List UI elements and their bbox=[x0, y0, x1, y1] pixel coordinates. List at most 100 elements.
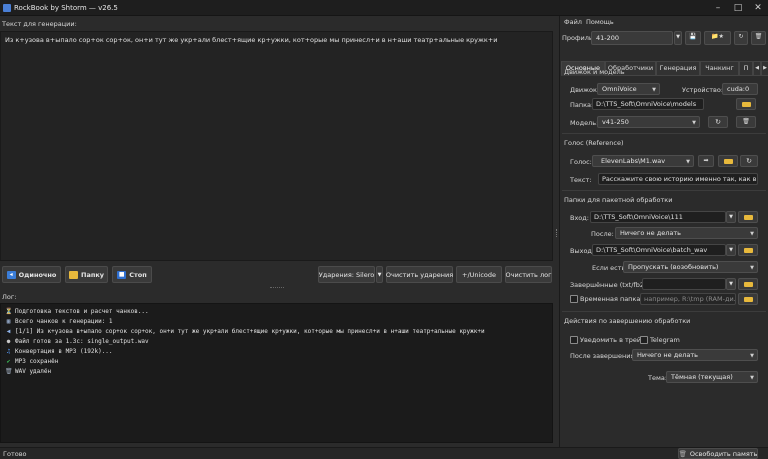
device-label: Устройство: bbox=[682, 86, 724, 94]
after-label: После: bbox=[591, 230, 614, 238]
log-line: ▦ Всего чанков к генерации: 1 bbox=[6, 318, 113, 325]
splitter-grip bbox=[556, 229, 558, 237]
refresh-voices-icon[interactable]: ↻ bbox=[740, 155, 758, 167]
speaker-icon: ◀ bbox=[6, 328, 11, 335]
after-combo[interactable]: Ничего не делать ▼ bbox=[615, 227, 758, 239]
stress-combo-arrow[interactable]: ▼ bbox=[376, 266, 383, 283]
editor-label: Текст для генерации: bbox=[2, 20, 77, 28]
if-exists-combo[interactable]: Пропускать (возобновить) ▼ bbox=[623, 261, 758, 273]
stop-button[interactable]: ■ Стоп bbox=[112, 266, 152, 283]
delete-model-icon[interactable]: 🗑 bbox=[736, 116, 756, 128]
ref-text-label: Текст: bbox=[570, 176, 592, 184]
log-line: ✔ MP3 сохранён bbox=[6, 358, 59, 365]
trash-icon: 🗑 bbox=[5, 368, 13, 375]
profile-combo-arrow[interactable]: ▼ bbox=[674, 31, 682, 45]
theme-combo[interactable]: Тёмная (текущая) ▼ bbox=[666, 371, 758, 383]
clear-log-button[interactable]: Очистить лог bbox=[505, 266, 552, 283]
tab-scroll-right[interactable]: ▶ bbox=[761, 61, 768, 76]
close-button[interactable]: ✕ bbox=[751, 2, 765, 14]
engine-label: Движок: bbox=[570, 86, 600, 94]
editor-text: Из к+узова в+ыпало сор+ок сор+ок, он+и т… bbox=[5, 36, 498, 44]
output-history-arrow[interactable]: ▼ bbox=[726, 244, 736, 256]
input-history-arrow[interactable]: ▼ bbox=[726, 211, 736, 223]
notify-tray-checkbox[interactable] bbox=[570, 336, 578, 344]
single-button[interactable]: ◂ Одиночно bbox=[2, 266, 61, 283]
done-history-arrow[interactable]: ▼ bbox=[726, 278, 736, 290]
notify-tray-label: Уведомить в трей bbox=[580, 336, 642, 344]
unicode-button[interactable]: +/Unicode bbox=[456, 266, 502, 283]
engine-combo[interactable]: OmniVoice ▼ bbox=[597, 83, 660, 95]
theme-label: Тема: bbox=[648, 374, 668, 382]
browse-done-icon[interactable] bbox=[738, 278, 758, 290]
model-label: Модель: bbox=[570, 119, 599, 127]
stress-combo[interactable]: Ударения: Silero bbox=[318, 266, 375, 283]
status-bar: Готово 🗑 Освободить память bbox=[0, 447, 768, 459]
divider bbox=[562, 133, 766, 134]
split-handle[interactable] bbox=[270, 287, 284, 289]
refresh-icon[interactable]: ↻ bbox=[734, 31, 748, 45]
model-combo[interactable]: v41-250 ▼ bbox=[597, 116, 700, 128]
voice-combo[interactable]: ElevenLabs\M1.wav ▼ bbox=[592, 155, 694, 167]
folder-label: Папка: bbox=[570, 101, 594, 109]
input-folder-field[interactable]: D:\TTS_Soft\OmniVoice\111 bbox=[590, 211, 726, 223]
window-title: RockBook by Shtorm — v26.5 bbox=[14, 4, 118, 12]
refresh-models-icon[interactable]: ↻ bbox=[708, 116, 728, 128]
folder-button[interactable]: Папку bbox=[65, 266, 108, 283]
title-bar: RockBook by Shtorm — v26.5 – □ ✕ bbox=[0, 0, 768, 16]
tab-more[interactable]: П bbox=[739, 61, 753, 76]
device-combo[interactable]: cuda:0 bbox=[722, 83, 758, 95]
save-profile-button[interactable]: 💾 bbox=[685, 31, 701, 45]
tab-generation[interactable]: Генерация bbox=[656, 61, 700, 76]
calendar-icon: ▦ bbox=[6, 318, 11, 325]
check-icon: ✔ bbox=[6, 358, 11, 365]
divider bbox=[562, 311, 766, 312]
temp-folder-checkbox[interactable] bbox=[570, 295, 578, 303]
tab-chunking[interactable]: Чанкинг bbox=[700, 61, 739, 76]
browse-input-icon[interactable] bbox=[738, 211, 758, 223]
play-icon: ◂ bbox=[6, 270, 16, 279]
trash-icon: 🗑 bbox=[678, 449, 687, 458]
temp-folder-field[interactable]: например, R:\tmp (RAM-ди... bbox=[640, 293, 736, 305]
batch-section-title: Папки для пакетной обработки bbox=[564, 196, 673, 204]
browse-output-icon[interactable] bbox=[738, 244, 758, 256]
log-line: ● Файл готов за 1.3с: single_output.wav bbox=[6, 338, 149, 345]
output-label: Выход: bbox=[570, 247, 595, 255]
after-finish-label: После завершения: bbox=[570, 352, 637, 360]
engine-section-title: Движок и модель bbox=[564, 68, 625, 76]
log-box[interactable]: ⏳ Подготовка текстов и расчет чанков... ▦… bbox=[0, 303, 553, 443]
browse-folder-icon[interactable] bbox=[736, 98, 756, 110]
profile-label: Профиль: bbox=[562, 34, 595, 42]
app-icon bbox=[3, 4, 11, 12]
maximize-button[interactable]: □ bbox=[731, 2, 745, 14]
settings-panel: Файл Помощь Профиль: 41-200 ▼ 💾 📁★ ↻ 🗑 О… bbox=[559, 16, 768, 447]
play-voice-icon[interactable]: ➡ bbox=[698, 155, 714, 167]
free-memory-button[interactable]: 🗑 Освободить память bbox=[678, 448, 758, 459]
voice-section-title: Голос (Reference) bbox=[564, 139, 624, 147]
log-line: 🗑 WAV удалён bbox=[5, 368, 52, 375]
delete-profile-button[interactable]: 🗑 bbox=[751, 31, 766, 45]
done-folder-field[interactable] bbox=[642, 278, 726, 290]
music-icon: ♫ bbox=[6, 348, 11, 355]
menu-file[interactable]: Файл bbox=[564, 18, 582, 26]
log-line: ♫ Конвертация в MP3 (192k)... bbox=[6, 348, 113, 355]
text-editor[interactable]: Из к+узова в+ыпало сор+ок сор+ок, он+и т… bbox=[0, 31, 553, 261]
ref-text-field[interactable]: Расскажите свою историю именно так, как … bbox=[598, 173, 758, 185]
favorite-profile-button[interactable]: 📁★ bbox=[704, 31, 731, 45]
menu-help[interactable]: Помощь bbox=[586, 18, 614, 26]
finish-section-title: Действия по завершению обработки bbox=[564, 317, 691, 325]
clear-stress-button[interactable]: Очистить ударения bbox=[386, 266, 453, 283]
output-folder-field[interactable]: D:\TTS_Soft\OmniVoice\batch_wav bbox=[592, 244, 726, 256]
profile-combo[interactable]: 41-200 bbox=[591, 31, 673, 45]
hourglass-icon: ⏳ bbox=[5, 308, 13, 315]
voice-label: Голос: bbox=[570, 158, 592, 166]
divider bbox=[562, 190, 766, 191]
browse-temp-icon[interactable] bbox=[738, 293, 758, 305]
models-folder-field[interactable]: D:\TTS_Soft\OmniVoice\models bbox=[592, 98, 704, 110]
minimize-button[interactable]: – bbox=[711, 2, 725, 14]
after-finish-combo[interactable]: Ничего не делать ▼ bbox=[632, 349, 758, 361]
file-icon: ● bbox=[6, 338, 11, 345]
tab-scroll-left[interactable]: ◀ bbox=[753, 61, 761, 76]
stop-icon: ■ bbox=[117, 270, 127, 279]
telegram-checkbox[interactable] bbox=[640, 336, 648, 344]
browse-voice-icon[interactable] bbox=[718, 155, 738, 167]
